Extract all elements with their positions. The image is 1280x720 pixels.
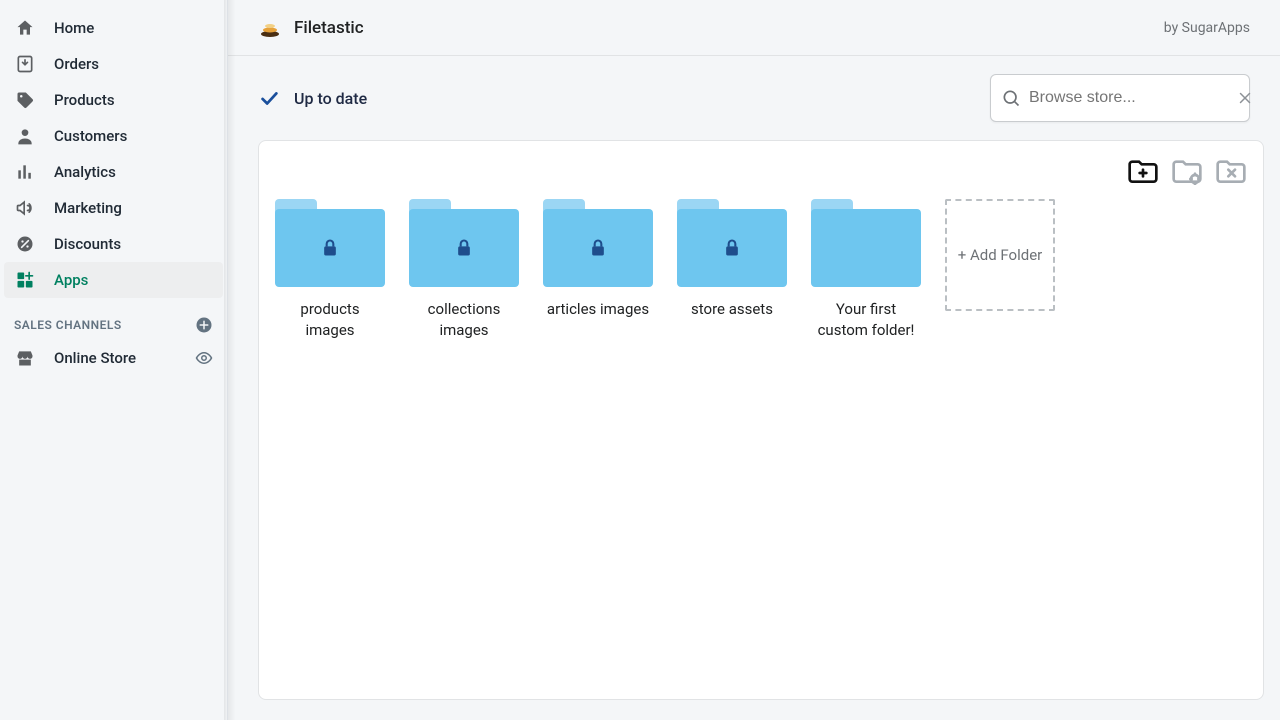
lock-icon [454,237,474,259]
add-folder-label: + Add Folder [958,246,1043,264]
byline: by SugarApps [1164,20,1250,36]
sidebar: Home Orders Products Customers Analytics… [0,0,228,720]
clear-search-icon[interactable] [1236,89,1254,107]
marketing-icon [14,197,36,219]
folder-icon [409,199,519,287]
new-folder-button[interactable] [1127,157,1159,185]
store-icon [14,347,36,369]
add-channel-icon[interactable] [195,316,213,334]
analytics-icon [14,161,36,183]
nav-label: Apps [54,271,88,289]
channel-online-store[interactable]: Online Store [0,340,227,376]
folder-products-images[interactable]: products images [275,199,385,341]
nav-label: Analytics [54,163,116,181]
app-logo-icon [258,16,282,40]
nav-label: Products [54,91,115,109]
search-input[interactable] [1029,89,1236,107]
status-row: Up to date [228,56,1280,140]
folder-collections-images[interactable]: collections images [409,199,519,341]
search-box[interactable] [990,74,1250,122]
topbar: Filetastic by SugarApps [228,0,1280,56]
folder-label: products images [275,299,385,341]
folder-custom[interactable]: Your first custom folder! [811,199,921,341]
customers-icon [14,125,36,147]
view-store-icon[interactable] [195,349,213,367]
lock-icon [722,237,742,259]
folder-articles-images[interactable]: articles images [543,199,653,341]
folder-store-assets[interactable]: store assets [677,199,787,341]
folder-label: articles images [547,299,649,320]
home-icon [14,17,36,39]
section-label: SALES CHANNELS [14,318,122,332]
nav-discounts[interactable]: Discounts [0,226,227,262]
lock-icon [320,237,340,259]
orders-icon [14,53,36,75]
folder-icon [811,199,921,287]
content-panel: products images collections images [258,140,1264,700]
check-icon [258,87,280,109]
main-area: Filetastic by SugarApps Up to date [228,0,1280,720]
status-text: Up to date [294,89,367,108]
nav-label: Home [54,19,94,37]
lock-icon [588,237,608,259]
channel-label: Online Store [54,349,136,367]
nav-analytics[interactable]: Analytics [0,154,227,190]
folder-label: store assets [691,299,773,320]
folder-label: Your first custom folder! [811,299,921,341]
products-icon [14,89,36,111]
nav-label: Customers [54,127,127,145]
folder-grid: products images collections images [275,195,1247,341]
folder-settings-button[interactable] [1171,157,1203,185]
folder-label: collections images [409,299,519,341]
folder-icon [543,199,653,287]
folder-icon [275,199,385,287]
nav-apps[interactable]: Apps [4,262,223,298]
panel-toolbar [275,157,1247,185]
delete-folder-button[interactable] [1215,157,1247,185]
sales-channels-header: SALES CHANNELS [0,298,227,340]
nav-label: Discounts [54,235,121,253]
folder-icon [677,199,787,287]
nav-label: Marketing [54,199,122,217]
nav-marketing[interactable]: Marketing [0,190,227,226]
nav-products[interactable]: Products [0,82,227,118]
app-title: Filetastic [294,18,364,38]
apps-icon [14,269,36,291]
discounts-icon [14,233,36,255]
nav-label: Orders [54,55,99,73]
nav-home[interactable]: Home [0,10,227,46]
search-icon [1001,88,1021,108]
nav-orders[interactable]: Orders [0,46,227,82]
add-folder-tile[interactable]: + Add Folder [945,199,1055,311]
nav-customers[interactable]: Customers [0,118,227,154]
